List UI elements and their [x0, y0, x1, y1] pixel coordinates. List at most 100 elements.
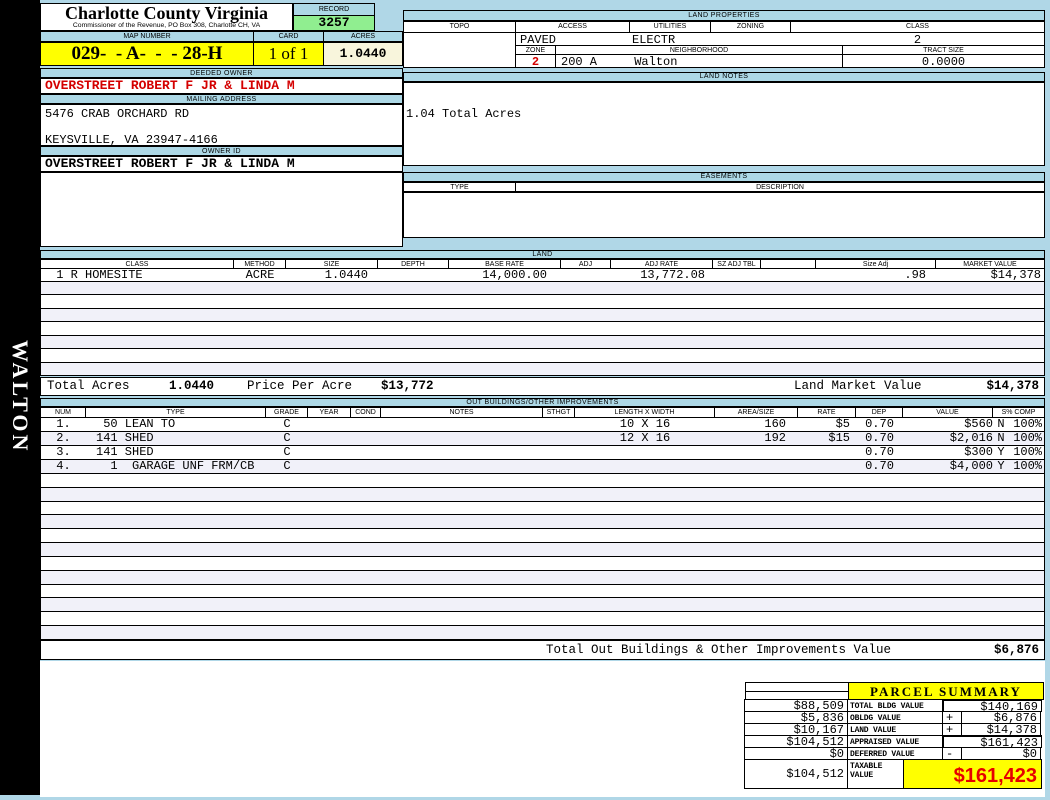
land-market-value: $14,378: [936, 269, 1044, 281]
land-method: ACRE: [234, 269, 286, 281]
ob-length-width: 10 X 16: [575, 418, 715, 431]
ob-sthgt: [543, 446, 575, 459]
ob-grade: C: [266, 446, 308, 459]
easements-bar: EASEMENTS: [403, 172, 1045, 182]
col-sz-adj-tbl: SZ ADJ TBL: [712, 259, 760, 269]
land-notes-box: 1.04 Total Acres: [403, 82, 1045, 166]
empty-row: [41, 282, 1044, 295]
total-acres-label: Total Acres: [47, 378, 130, 395]
ob-cond: [351, 446, 381, 459]
ob-total-label: Total Out Buildings & Other Improvements…: [546, 641, 891, 659]
col-year: YEAR: [307, 407, 350, 418]
land-table-header: CLASS METHOD SIZE DEPTH BASE RATE ADJ AD…: [40, 259, 1045, 269]
out-building-row: 1. 50 LEAN TO C 10 X 16 160 $5 0.70 $560…: [40, 418, 1045, 432]
land-notes-bar: LAND NOTES: [403, 72, 1045, 82]
ob-cond: [351, 460, 381, 473]
empty-row: [41, 598, 1044, 612]
easements-box: [403, 192, 1045, 238]
empty-row: [41, 626, 1044, 640]
empty-row: [41, 543, 1044, 557]
empty-row: [41, 474, 1044, 488]
empty-row: [41, 295, 1044, 308]
county-header: Charlotte County Virginia Commissioner o…: [40, 3, 293, 31]
col-size-adj: Size Adj: [815, 259, 935, 269]
owner-panel-empty-area: [40, 172, 403, 247]
land-base-rate: 14,000.00: [449, 269, 561, 281]
zoning-label: ZONING: [711, 22, 791, 33]
ob-total-value: $6,876: [994, 641, 1039, 659]
mailing-address-bar: MAILING ADDRESS: [40, 94, 403, 104]
col-adj-rate: ADJ RATE: [610, 259, 712, 269]
land-table-row: 1 R HOMESITE ACRE 1.0440 14,000.00 13,77…: [40, 269, 1045, 282]
property-record-card: WALTON Charlotte County Virginia Commiss…: [0, 0, 1050, 800]
label-taxable: TAXABLE VALUE: [847, 759, 904, 789]
ob-year: [308, 418, 351, 431]
col-value: VALUE: [902, 407, 992, 418]
col-notes: NOTES: [380, 407, 542, 418]
parcel-summary: PARCEL SUMMARY $88,509 TOTAL BLDG VALUE …: [745, 682, 1045, 789]
address-line1: 5476 CRAB ORCHARD RD: [45, 107, 402, 121]
ob-type: 141 SHED: [86, 432, 266, 445]
col-num: NUM: [40, 407, 85, 418]
ob-length-width: [575, 446, 715, 459]
empty-row: [41, 309, 1044, 322]
land-properties-value-row: PAVED ELECTR 2: [516, 33, 1044, 45]
empty-row: [41, 585, 1044, 599]
ob-value: $4,000: [903, 460, 993, 473]
tract-size-value: 0.0000: [843, 55, 1044, 67]
col-adj: ADJ: [560, 259, 610, 269]
ob-notes: [381, 432, 543, 445]
price-per-acre-value: $13,772: [381, 378, 434, 395]
ob-grade: C: [266, 432, 308, 445]
neighborhood-name: Walton: [634, 55, 677, 69]
col-size: SIZE: [285, 259, 377, 269]
empty-row: [41, 557, 1044, 571]
county-title: Charlotte County Virginia: [41, 4, 292, 22]
empty-row: [41, 612, 1044, 626]
neighborhood-label: NEIGHBORHOOD: [556, 45, 843, 55]
col-class: CLASS: [40, 259, 233, 269]
class-value: 2: [791, 33, 1044, 45]
empty-row: [41, 571, 1044, 585]
ob-area-size: 192: [715, 432, 798, 445]
map-number-label: MAP NUMBER: [40, 31, 253, 42]
ob-dep: 0.70: [856, 418, 903, 431]
land-size: 1.0440: [286, 269, 378, 281]
land-adj-rate: 13,772.08: [611, 269, 713, 281]
out-building-row: 3. 141 SHED C 0.70 $300 Y 100%: [40, 446, 1045, 460]
neighborhood-code: 200 A: [561, 55, 597, 69]
land-blank: [761, 269, 816, 281]
card-value: 1 of 1: [253, 42, 323, 66]
col-area-size: AREA/SIZE: [714, 407, 797, 418]
land-market-value-label: Land Market Value: [794, 378, 922, 395]
zone-value: 2: [516, 55, 556, 67]
ob-sthgt: [543, 432, 575, 445]
access-label: ACCESS: [516, 22, 630, 33]
land-total-row: Total Acres 1.0440 Price Per Acre $13,77…: [40, 377, 1045, 396]
col-market-value: MARKET VALUE: [935, 259, 1045, 269]
ob-num: 3.: [41, 446, 86, 459]
col-base-rate: BASE RATE: [448, 259, 560, 269]
total-acres-value: 1.0440: [169, 378, 214, 395]
ob-grade: C: [266, 418, 308, 431]
ob-area-size: [715, 446, 798, 459]
land-properties-grid: TOPO ACCESS UTILITIES ZONING CLASS PAVED…: [403, 21, 1045, 68]
ob-comp: 100%: [1009, 460, 1044, 473]
topo-label: TOPO: [404, 22, 516, 33]
empty-row: [41, 488, 1044, 502]
address-line2: KEYSVILLE, VA 23947-4166: [45, 133, 402, 147]
col-dep: DEP: [855, 407, 902, 418]
acres-value: 1.0440: [323, 42, 403, 66]
ob-flag: Y: [993, 446, 1009, 459]
col-length-width: LENGTH X WIDTH: [574, 407, 714, 418]
zone-header-row: ZONE NEIGHBORHOOD TRACT SIZE: [516, 45, 1044, 55]
map-value-row: 029- - A- - - 28-H 1 of 1 1.0440: [40, 42, 403, 66]
ob-num: 2.: [41, 432, 86, 445]
col-depth: DEPTH: [377, 259, 448, 269]
ob-year: [308, 446, 351, 459]
col-blank: [760, 259, 815, 269]
ob-type: 50 LEAN TO: [86, 418, 266, 431]
ob-year: [308, 432, 351, 445]
prior-taxable: $104,512: [744, 759, 848, 789]
record-box: RECORD 3257: [293, 3, 375, 31]
